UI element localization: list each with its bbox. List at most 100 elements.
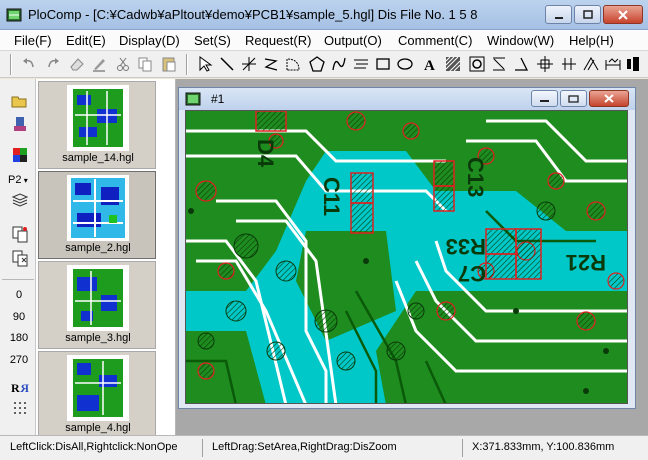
polygon-icon[interactable] bbox=[308, 55, 326, 73]
pen-icon[interactable] bbox=[90, 55, 108, 73]
svg-text:R: R bbox=[11, 381, 20, 395]
svg-text:R: R bbox=[20, 381, 29, 395]
copy-layer-icon[interactable] bbox=[11, 225, 29, 243]
paste-icon[interactable] bbox=[160, 55, 178, 73]
toolbar-separator bbox=[186, 54, 188, 75]
rotate-270-button[interactable]: 270 bbox=[4, 354, 34, 366]
rotate-0-button[interactable]: 0 bbox=[4, 289, 34, 301]
doc-minimize-button[interactable] bbox=[531, 90, 558, 107]
left-toolbox: P2 ▾ 0 90 180 270 RR bbox=[0, 79, 36, 435]
angle-icon[interactable] bbox=[512, 55, 530, 73]
thumbnail-item[interactable]: sample_3.hgl bbox=[38, 261, 156, 349]
cross-line-icon[interactable] bbox=[240, 55, 258, 73]
status-bar: LeftClick:DisAll,Rightclick:NonOpe LeftD… bbox=[0, 435, 648, 460]
minimize-button[interactable] bbox=[545, 5, 572, 24]
layers-icon[interactable] bbox=[11, 191, 29, 209]
thumbnail-label: sample_4.hgl bbox=[65, 422, 131, 434]
close-icon bbox=[604, 94, 614, 103]
select-arrow-icon[interactable] bbox=[196, 55, 214, 73]
menu-window[interactable]: Window(W) bbox=[487, 33, 554, 48]
rotate-180-button[interactable]: 180 bbox=[4, 332, 34, 344]
status-divider bbox=[202, 439, 203, 457]
app-icon bbox=[6, 8, 22, 22]
line-tool-icon[interactable] bbox=[218, 55, 236, 73]
doc-restore-button[interactable] bbox=[560, 90, 587, 107]
parallel-lines-icon[interactable] bbox=[560, 55, 578, 73]
menu-comment[interactable]: Comment(C) bbox=[398, 33, 472, 48]
maximize-icon bbox=[582, 10, 593, 19]
status-hint: LeftClick:DisAll,Rightclick:NonOpe bbox=[10, 441, 178, 453]
cut-icon[interactable] bbox=[114, 55, 132, 73]
board-label: C7 bbox=[458, 261, 486, 286]
copy-icon[interactable] bbox=[136, 55, 154, 73]
thumbnail-preview bbox=[67, 355, 129, 421]
menu-help[interactable]: Help(H) bbox=[569, 33, 614, 48]
mirror-icon[interactable]: RR bbox=[11, 378, 29, 396]
doc-close-button[interactable] bbox=[589, 90, 629, 107]
hatch-lines-icon[interactable] bbox=[352, 55, 370, 73]
thumbnail-preview bbox=[67, 85, 129, 151]
redo-icon[interactable] bbox=[44, 55, 62, 73]
dimension-icon[interactable] bbox=[490, 55, 508, 73]
menu-display[interactable]: Display(D) bbox=[119, 33, 180, 48]
rotate-90-button[interactable]: 90 bbox=[4, 311, 34, 323]
chevron-down-icon: ▾ bbox=[21, 176, 28, 185]
document-window: #1 D4 C11 C13 R33 C7 R21 bbox=[178, 87, 636, 409]
menu-output[interactable]: Output(O) bbox=[324, 33, 382, 48]
board-label: C13 bbox=[463, 157, 488, 197]
menu-edit[interactable]: Edit(E) bbox=[66, 33, 106, 48]
status-divider bbox=[462, 439, 463, 457]
undo-icon[interactable] bbox=[20, 55, 38, 73]
close-icon bbox=[618, 10, 628, 20]
curve-icon[interactable] bbox=[330, 55, 348, 73]
plotter-pen-icon[interactable] bbox=[11, 115, 29, 133]
title-bar: PloComp - [C:¥Cadwb¥aPltout¥demo¥PCB1¥sa… bbox=[0, 0, 648, 30]
menu-file[interactable]: File(F) bbox=[14, 33, 52, 48]
toolbar: A bbox=[0, 51, 648, 78]
minimize-icon bbox=[554, 17, 563, 19]
pcb-canvas[interactable]: D4 C11 C13 R33 C7 R21 bbox=[185, 110, 628, 404]
grid-dots-icon[interactable] bbox=[11, 399, 29, 417]
minimize-icon bbox=[540, 100, 549, 102]
status-coordinates: X:371.833mm, Y:100.836mm bbox=[472, 441, 615, 453]
thumbnail-item[interactable]: sample_4.hgl bbox=[38, 351, 156, 439]
thumbnail-label: sample_2.hgl bbox=[65, 242, 131, 254]
color-palette-icon[interactable] bbox=[11, 146, 29, 164]
tool-divider bbox=[2, 279, 34, 280]
document-title-bar: #1 bbox=[179, 88, 635, 110]
board-label: C11 bbox=[319, 177, 344, 216]
pcb-layout: D4 C11 C13 R33 C7 R21 bbox=[186, 111, 627, 403]
close-button[interactable] bbox=[603, 5, 643, 24]
thumbnail-label: sample_14.hgl bbox=[62, 152, 134, 164]
board-label: R21 bbox=[566, 250, 606, 275]
fill-pattern-icon[interactable] bbox=[444, 55, 462, 73]
menu-request[interactable]: Request(R) bbox=[245, 33, 311, 48]
status-drag-hint: LeftDrag:SetArea,RightDrag:DisZoom bbox=[212, 441, 397, 453]
text-tool-icon[interactable]: A bbox=[420, 55, 438, 73]
document-title: #1 bbox=[211, 92, 225, 106]
open-folder-icon[interactable] bbox=[11, 92, 29, 110]
paste-layer-icon[interactable] bbox=[11, 249, 29, 267]
maximize-button[interactable] bbox=[574, 5, 601, 24]
pad-tool-icon[interactable] bbox=[468, 55, 486, 73]
restore-icon bbox=[568, 95, 579, 103]
thumbnail-item[interactable]: sample_2.hgl bbox=[38, 171, 156, 259]
slope-icon[interactable] bbox=[582, 55, 600, 73]
crosshair-icon[interactable] bbox=[536, 55, 554, 73]
document-area: #1 D4 C11 C13 R33 C7 R21 bbox=[176, 79, 648, 435]
thumbnail-preview bbox=[67, 175, 129, 241]
board-label: D4 bbox=[253, 139, 278, 168]
arc-icon[interactable] bbox=[284, 55, 302, 73]
ellipse-icon[interactable] bbox=[396, 55, 414, 73]
polyline-icon[interactable] bbox=[262, 55, 280, 73]
layer-label: P2 bbox=[8, 174, 22, 186]
thumbnail-label: sample_3.hgl bbox=[65, 332, 131, 344]
menu-set[interactable]: Set(S) bbox=[194, 33, 231, 48]
thumbnail-item[interactable]: sample_14.hgl bbox=[38, 81, 156, 169]
measure-icon[interactable] bbox=[604, 55, 622, 73]
eraser-icon[interactable] bbox=[68, 55, 86, 73]
rectangle-icon[interactable] bbox=[374, 55, 392, 73]
window-title: PloComp - [C:¥Cadwb¥aPltout¥demo¥PCB1¥sa… bbox=[28, 7, 478, 22]
layer-selector[interactable]: P2 ▾ bbox=[8, 174, 28, 186]
toolbar-overflow-icon[interactable] bbox=[626, 55, 640, 73]
